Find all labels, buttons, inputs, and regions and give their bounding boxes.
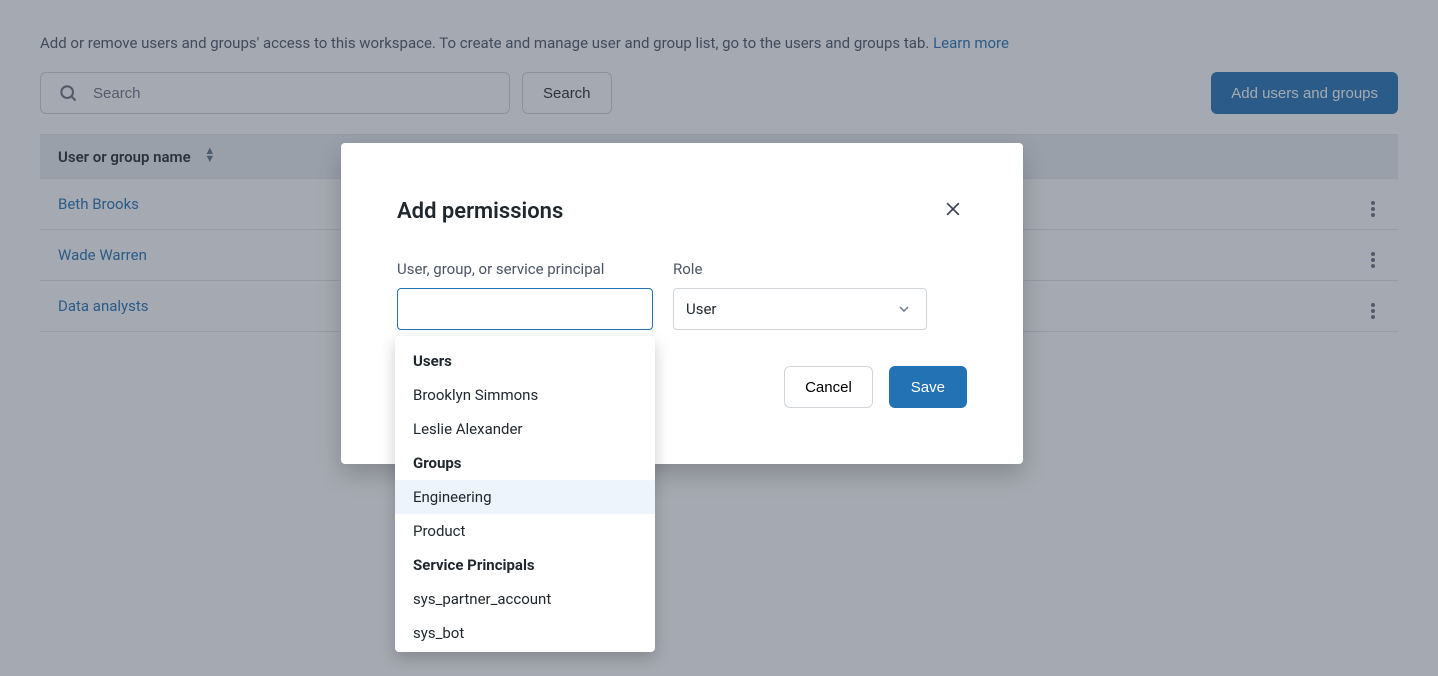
dropdown-item[interactable]: sys_bot xyxy=(395,616,655,650)
role-label: Role xyxy=(673,260,927,278)
role-value: User xyxy=(686,300,717,318)
dropdown-item[interactable]: Leslie Alexander xyxy=(395,412,655,446)
entity-dropdown: Users Brooklyn Simmons Leslie Alexander … xyxy=(395,336,655,652)
dropdown-item[interactable]: Product xyxy=(395,514,655,548)
dropdown-item[interactable]: sys_partner_account xyxy=(395,582,655,616)
dropdown-scroll[interactable]: Users Brooklyn Simmons Leslie Alexander … xyxy=(395,336,655,652)
entity-input[interactable] xyxy=(397,288,653,330)
modal-fields-row: User, group, or service principal Role U… xyxy=(397,260,967,330)
role-field: Role User xyxy=(673,260,927,330)
dropdown-section-header: Users xyxy=(395,344,655,378)
chevron-down-icon xyxy=(896,301,912,317)
save-button[interactable]: Save xyxy=(889,366,967,408)
dropdown-section-header: Groups xyxy=(395,446,655,480)
modal-title: Add permissions xyxy=(397,199,967,224)
cancel-button[interactable]: Cancel xyxy=(784,366,873,408)
dropdown-item[interactable]: Brooklyn Simmons xyxy=(395,378,655,412)
close-icon[interactable] xyxy=(943,199,967,223)
entity-label: User, group, or service principal xyxy=(397,260,653,278)
dropdown-item[interactable]: Engineering xyxy=(395,480,655,514)
dropdown-section-header: Service Principals xyxy=(395,548,655,582)
role-select[interactable]: User xyxy=(673,288,927,330)
entity-field: User, group, or service principal xyxy=(397,260,653,330)
